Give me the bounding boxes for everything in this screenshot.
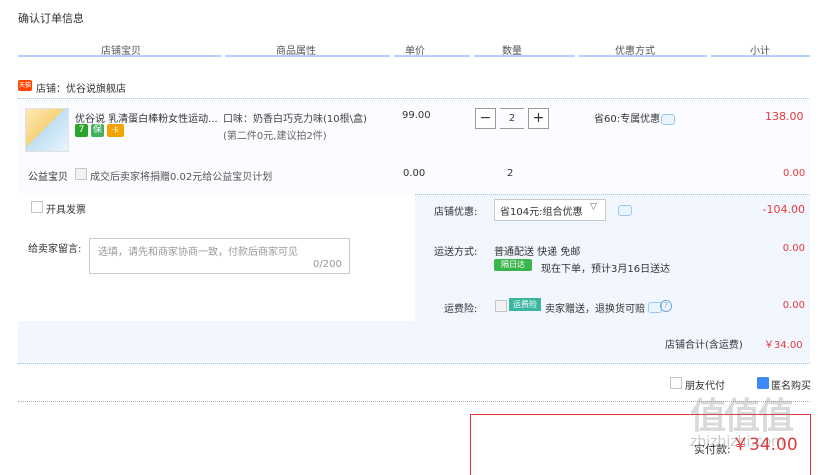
charity-qty: 2	[507, 168, 514, 179]
store-discount-selected[interactable]: 省104元:组合优惠	[500, 203, 582, 218]
product-flavor: 口味：奶香白巧克力味(10根\盒)	[223, 114, 367, 125]
chevron-down-icon[interactable]: ▽	[590, 202, 597, 212]
chat-bubble-icon[interactable]	[661, 114, 675, 125]
card-payment-icon[interactable]: 卡	[107, 124, 124, 137]
tmall-badge: 天猫	[18, 80, 32, 91]
invoice-label[interactable]: 开具发票	[46, 201, 86, 216]
watermark-logo: 值值值	[690, 396, 794, 437]
product-title-link[interactable]: 优谷说 乳清蛋白棒粉女性运动...	[75, 110, 218, 125]
store-discount-value: -104.00	[762, 203, 805, 216]
shipping-value: 0.00	[782, 243, 805, 254]
insurance-checkbox	[495, 300, 507, 312]
charity-subtotal: 0.00	[783, 168, 806, 179]
chat-bubble-icon[interactable]	[618, 205, 632, 216]
watermark-url: zhizhizhi.com	[690, 434, 785, 450]
product-note: (第二件0元,建议拍2件)	[223, 131, 327, 142]
insurance-text: 卖家赠送，退换货可赔	[545, 304, 645, 315]
store-total-label: 店铺合计(含运费)	[665, 340, 743, 351]
help-icon[interactable]: ?	[660, 300, 672, 312]
qty-minus-button[interactable]: −	[475, 108, 496, 129]
guarantee-icon[interactable]: 保	[91, 124, 104, 137]
invoice-checkbox[interactable]	[31, 201, 43, 213]
insurance-label: 运费险:	[444, 304, 478, 315]
insurance-value: 0.00	[782, 300, 805, 311]
item-discount: 省60:专属优惠	[594, 114, 661, 125]
message-placeholder: 选填，请先和商家协商一致，付款后商家可见	[98, 247, 298, 258]
delivery-estimate: 现在下单，预计3月16日送达	[541, 264, 671, 275]
item-subtotal: 138.00	[765, 110, 804, 123]
seven-day-return-icon[interactable]: 7	[75, 124, 88, 137]
quantity-input[interactable]: 2	[500, 108, 524, 129]
product-unit-price: 99.00	[402, 110, 431, 121]
insurance-badge: 运费险	[509, 298, 541, 311]
message-char-count: 0/200	[313, 259, 342, 270]
store-name-link[interactable]: 店铺：优谷说旗舰店	[36, 80, 126, 95]
page-title: 确认订单信息	[18, 12, 84, 25]
pay-for-me-checkbox[interactable]	[670, 377, 682, 389]
shipping-method: 普通配送 快递 免邮	[494, 247, 581, 258]
charity-checkbox	[75, 168, 87, 180]
charity-label: 公益宝贝	[28, 172, 68, 183]
shipping-label: 运送方式:	[434, 247, 478, 258]
message-label: 给卖家留言:	[28, 244, 82, 255]
store-total-value: ￥34.00	[764, 340, 803, 351]
store-discount-label: 店铺优惠:	[434, 207, 478, 218]
charity-price: 0.00	[403, 168, 426, 179]
next-day-badge: 隔日达	[494, 259, 532, 271]
qty-plus-button[interactable]: +	[528, 108, 549, 129]
product-thumbnail[interactable]	[25, 108, 69, 152]
charity-text: 成交后卖家将捐赠0.02元给公益宝贝计划	[90, 172, 273, 183]
header-divider	[18, 55, 810, 57]
